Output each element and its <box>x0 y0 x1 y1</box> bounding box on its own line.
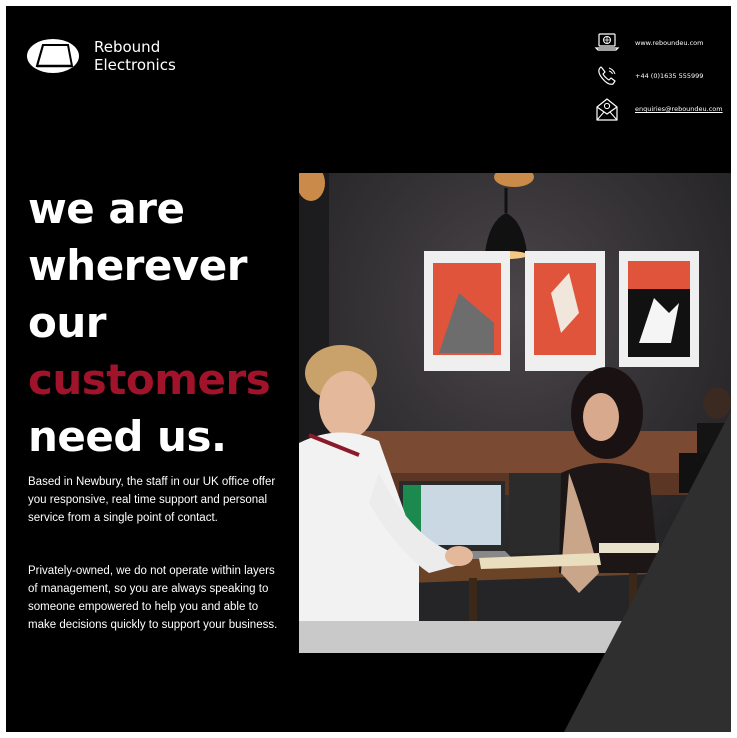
diagonal-panel-shape <box>564 411 731 732</box>
flyer-page: Rebound Electronics www.reboundeu.com +4… <box>6 6 731 732</box>
